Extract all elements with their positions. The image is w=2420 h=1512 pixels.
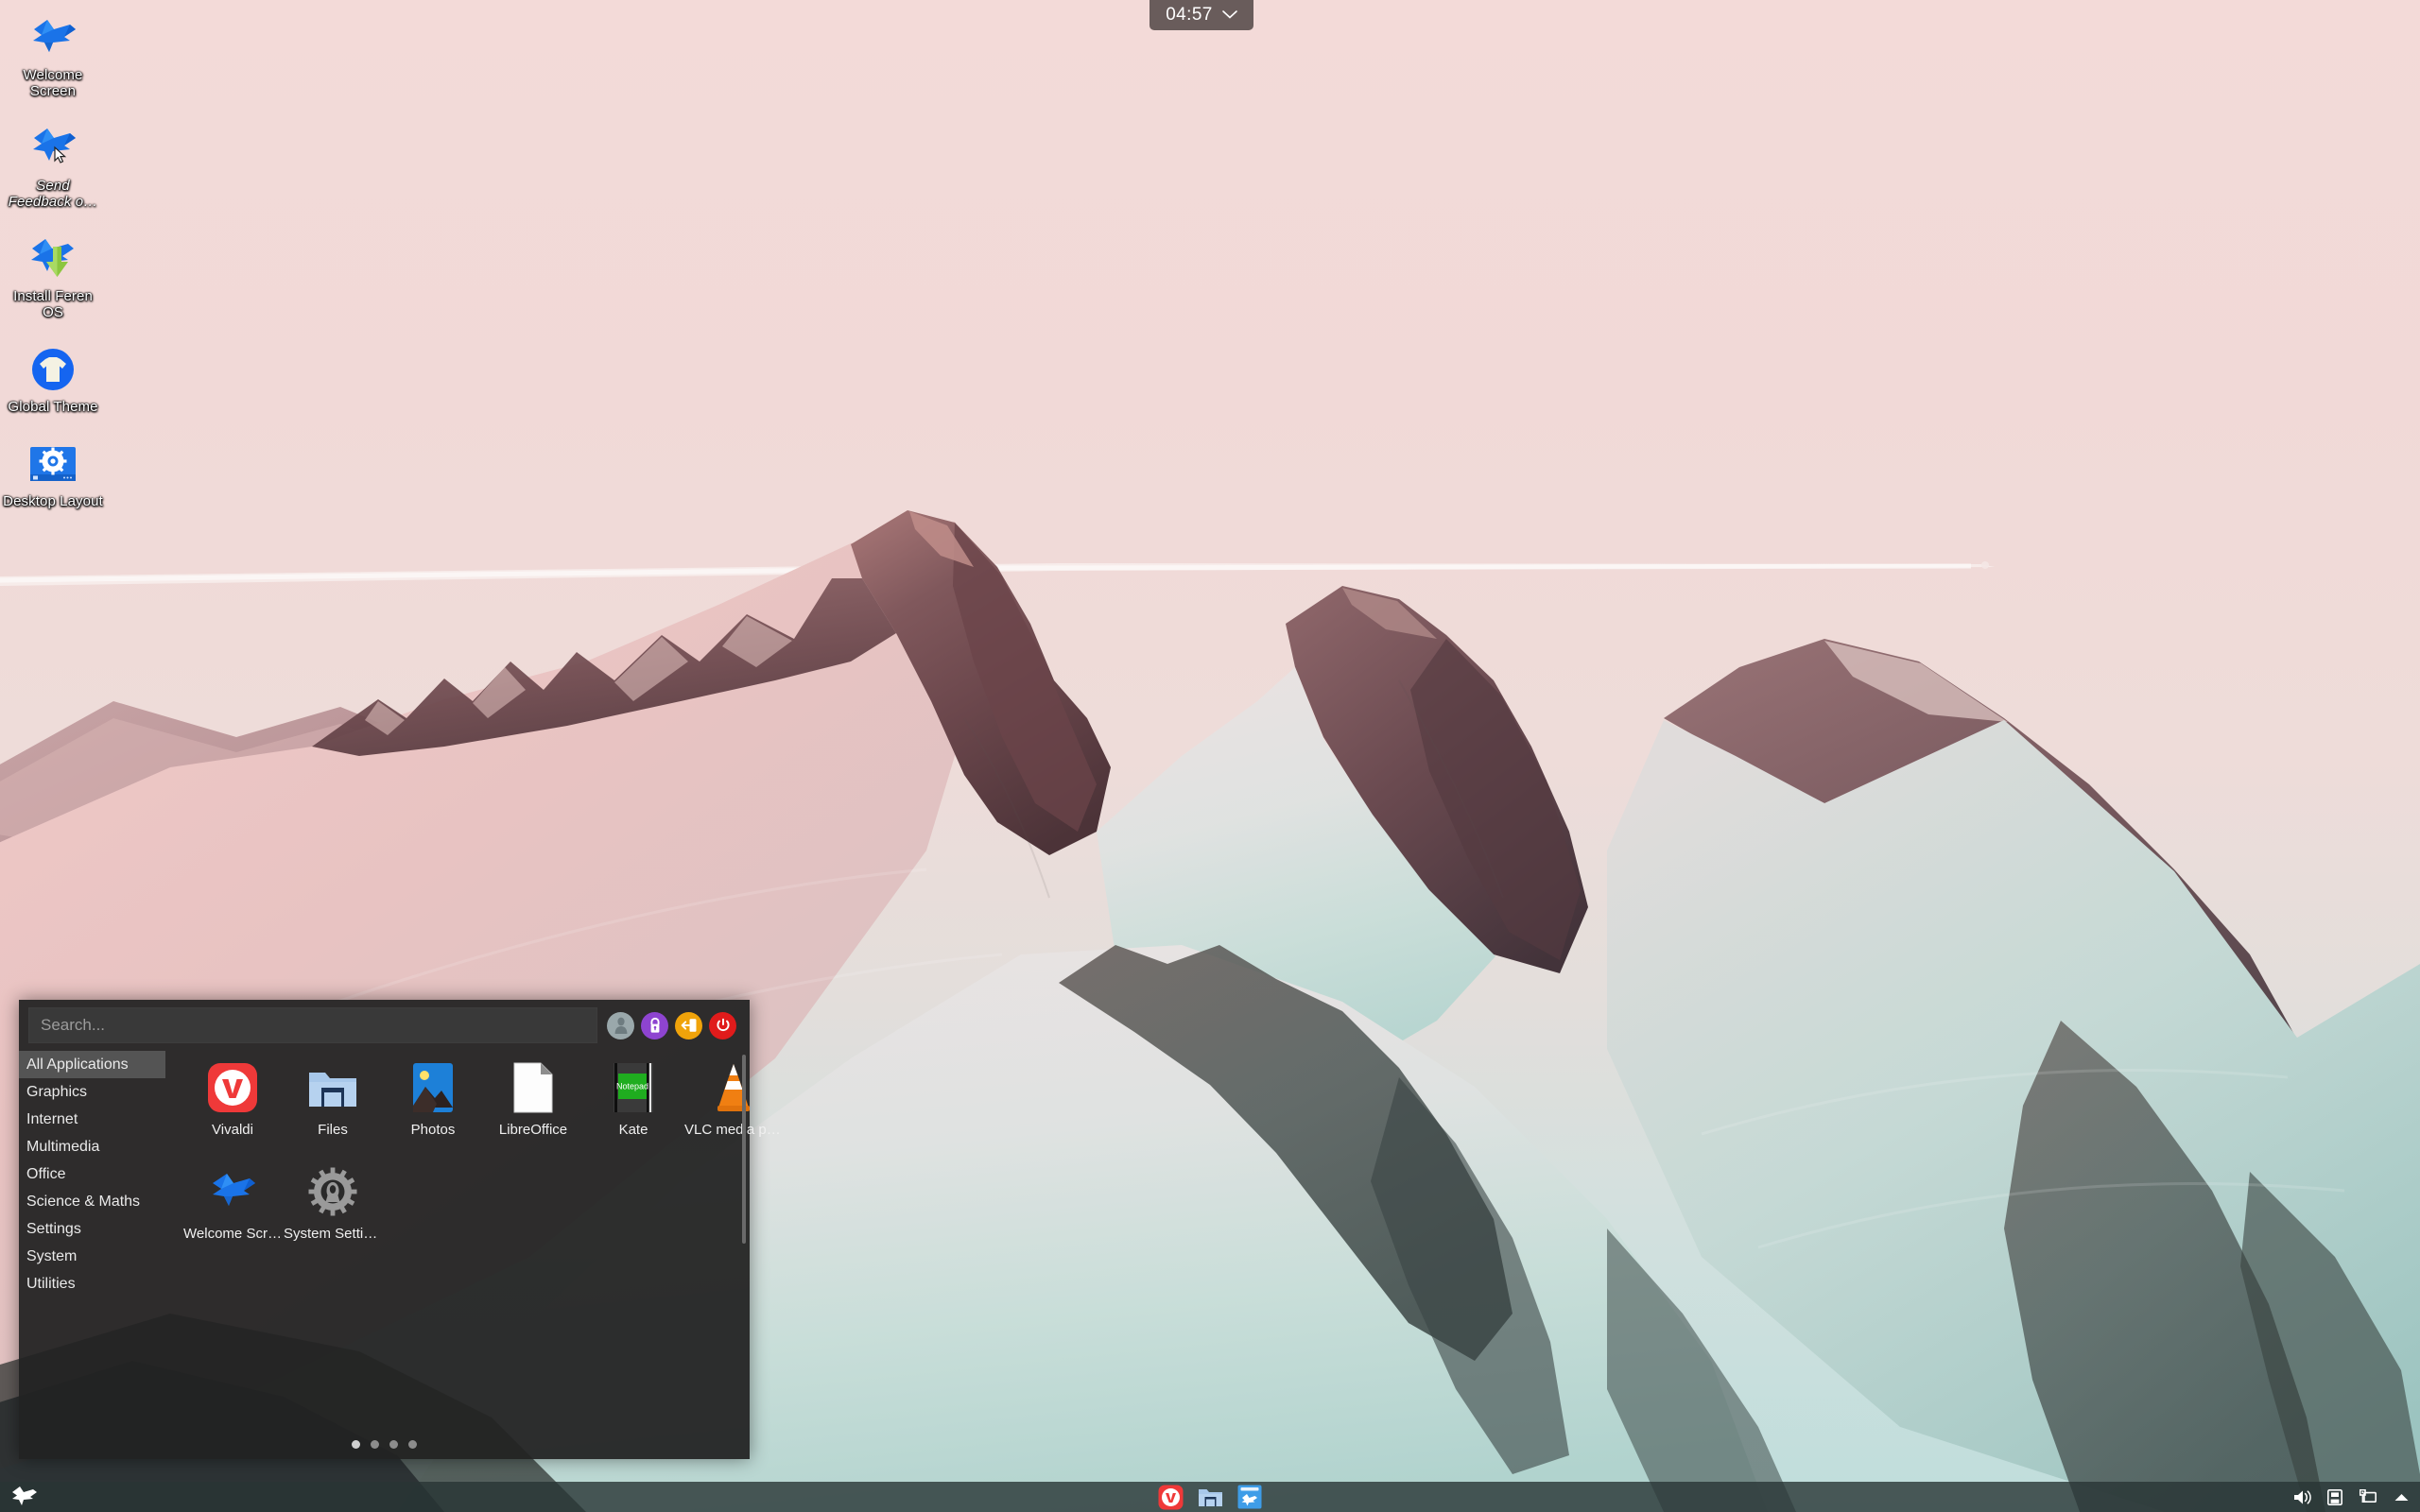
- gear-icon: [305, 1164, 360, 1219]
- desktop-icon-label: Send Feedback o…: [8, 178, 98, 210]
- vlc-cone-icon: [706, 1060, 761, 1115]
- user-avatar-button[interactable]: [607, 1011, 634, 1040]
- menu-header: [19, 1000, 750, 1049]
- feren-bird-icon: [26, 11, 79, 64]
- app-grid-wrapper: Vivaldi Files Photos LibreOffice Notepad…: [165, 1049, 783, 1436]
- category-graphics[interactable]: Graphics: [19, 1078, 165, 1106]
- page-dot-3[interactable]: [389, 1439, 398, 1449]
- category-label: System: [26, 1248, 78, 1264]
- gear-screen-icon: [26, 438, 79, 490]
- app-label: VLC media pl…: [684, 1122, 783, 1138]
- menu-scrollbar[interactable]: [742, 1055, 746, 1244]
- taskbar-app-vivaldi[interactable]: [1157, 1484, 1184, 1510]
- taskbar-pinned-apps: [1157, 1484, 1263, 1510]
- category-settings[interactable]: Settings: [19, 1215, 165, 1243]
- category-label: Science & Maths: [26, 1194, 141, 1210]
- page-dot-1[interactable]: [352, 1439, 360, 1449]
- app-label: Vivaldi: [212, 1122, 253, 1138]
- category-label: All Applications: [26, 1057, 129, 1073]
- feren-bird-icon: [205, 1164, 260, 1219]
- system-tray: [2292, 1487, 2411, 1506]
- app-tile-vivaldi[interactable]: Vivaldi: [182, 1055, 283, 1151]
- lock-button[interactable]: [641, 1011, 668, 1040]
- logout-button[interactable]: [675, 1011, 702, 1040]
- app-tile-kate[interactable]: Notepad Kate: [583, 1055, 683, 1151]
- category-utilities[interactable]: Utilities: [19, 1270, 165, 1297]
- category-all-applications[interactable]: All Applications: [19, 1051, 165, 1078]
- app-label: LibreOffice: [498, 1122, 568, 1138]
- vivaldi-icon: [205, 1060, 260, 1115]
- speaker-icon[interactable]: [2292, 1487, 2311, 1506]
- taskbar-app-welcome-screen[interactable]: [1236, 1484, 1263, 1510]
- app-tile-system-settings[interactable]: System Settin…: [283, 1159, 383, 1255]
- desktop-icon-label: Desktop Layout: [3, 493, 103, 509]
- app-tile-welcome-screen[interactable]: Welcome Scr…: [182, 1159, 283, 1255]
- category-system[interactable]: System: [19, 1243, 165, 1270]
- category-label: Office: [26, 1166, 66, 1182]
- page-dot-4[interactable]: [408, 1439, 417, 1449]
- category-label: Internet: [26, 1111, 78, 1127]
- category-label: Multimedia: [26, 1139, 100, 1155]
- desktop-icon-welcome-screen[interactable]: Welcome Screen: [6, 8, 100, 101]
- menu-body: All Applications Graphics Internet Multi…: [19, 1049, 783, 1436]
- photos-icon: [406, 1060, 460, 1115]
- app-label: Kate: [618, 1122, 648, 1138]
- app-label: Photos: [410, 1122, 456, 1138]
- desktop-icon-send-feedback[interactable]: Send Feedback o…: [6, 118, 100, 212]
- feren-menu-launcher[interactable]: [4, 1482, 43, 1512]
- application-launcher-menu[interactable]: All Applications Graphics Internet Multi…: [19, 1000, 783, 1459]
- tshirt-circle-icon: [26, 343, 79, 396]
- power-button[interactable]: [709, 1011, 736, 1040]
- desktop[interactable]: Welcome Screen Send Feedback o… Install …: [0, 0, 2420, 1512]
- removable-device-icon[interactable]: [2325, 1487, 2344, 1506]
- page-dot-2[interactable]: [371, 1439, 379, 1449]
- app-grid: Vivaldi Files Photos LibreOffice Notepad…: [165, 1049, 783, 1255]
- app-label: Files: [318, 1122, 348, 1138]
- taskbar[interactable]: [0, 1482, 2420, 1512]
- svg-text:Notepad: Notepad: [616, 1082, 648, 1091]
- folder-icon: [305, 1060, 360, 1115]
- clock-widget[interactable]: 04:57: [1150, 0, 1253, 30]
- desktop-icon-global-theme[interactable]: Global Theme: [6, 339, 100, 417]
- desktop-icon-install-feren-os[interactable]: Install Feren OS: [6, 229, 100, 322]
- page-indicator: [19, 1436, 750, 1459]
- feren-bird-cursor-icon: [26, 122, 79, 175]
- app-tile-files[interactable]: Files: [283, 1055, 383, 1151]
- category-science-maths[interactable]: Science & Maths: [19, 1188, 165, 1215]
- desktop-icon-label: Welcome Screen: [23, 67, 83, 99]
- chevron-up-icon[interactable]: [2392, 1487, 2411, 1506]
- feren-bird-download-icon: [26, 232, 79, 285]
- clock-time: 04:57: [1166, 5, 1213, 25]
- category-list: All Applications Graphics Internet Multi…: [19, 1049, 165, 1436]
- libreoffice-document-icon: [506, 1060, 561, 1115]
- app-tile-vlc-media-player[interactable]: VLC media pl…: [683, 1055, 784, 1151]
- app-tile-photos[interactable]: Photos: [383, 1055, 483, 1151]
- kate-notepad-icon: Notepad: [606, 1060, 661, 1115]
- app-tile-libreoffice[interactable]: LibreOffice: [483, 1055, 583, 1151]
- desktop-icon-desktop-layout[interactable]: Desktop Layout: [3, 434, 103, 511]
- taskbar-app-files[interactable]: [1197, 1484, 1223, 1510]
- category-label: Utilities: [26, 1276, 76, 1292]
- monitor-icon[interactable]: [2359, 1487, 2377, 1506]
- category-label: Settings: [26, 1221, 81, 1237]
- desktop-icon-grid: Welcome Screen Send Feedback o… Install …: [0, 8, 104, 528]
- app-label: System Settin…: [284, 1226, 382, 1242]
- category-multimedia[interactable]: Multimedia: [19, 1133, 165, 1160]
- app-label: Welcome Scr…: [183, 1226, 282, 1242]
- category-office[interactable]: Office: [19, 1160, 165, 1188]
- desktop-icon-label: Install Feren OS: [13, 288, 93, 320]
- category-internet[interactable]: Internet: [19, 1106, 165, 1133]
- chevron-down-icon[interactable]: [1221, 7, 1237, 24]
- category-label: Graphics: [26, 1084, 88, 1100]
- desktop-icon-label: Global Theme: [8, 399, 98, 415]
- session-buttons: [607, 1011, 740, 1040]
- search-input[interactable]: [28, 1007, 597, 1043]
